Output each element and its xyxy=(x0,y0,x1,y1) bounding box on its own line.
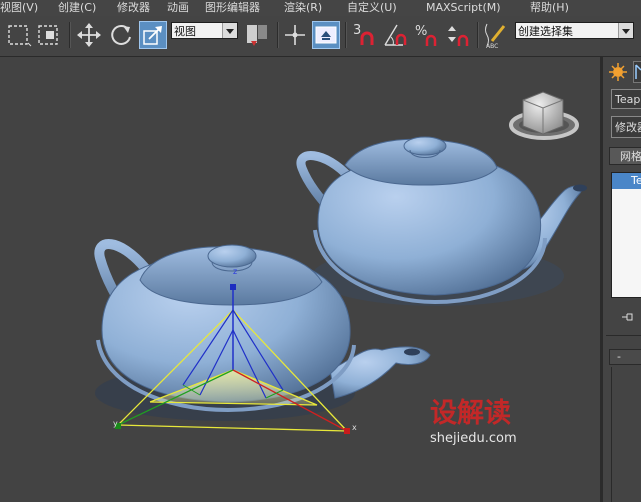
main-toolbar: 视图 3 % ABC 创建选择集 xyxy=(0,16,641,57)
manipulate-icon xyxy=(285,25,305,45)
select-manipulate-button[interactable] xyxy=(281,21,309,49)
menu-maxscript[interactable]: MAXScript(M) xyxy=(426,0,501,16)
select-move-button[interactable] xyxy=(75,21,103,49)
viewcube-widget[interactable] xyxy=(509,91,579,140)
object-name-field[interactable]: Teapot xyxy=(611,89,641,109)
modify-icon xyxy=(635,64,641,79)
snaps-toggle-button[interactable]: 3 xyxy=(350,21,378,49)
viewport-canvas[interactable]: z y x 设解读 shejiedu.com xyxy=(0,57,600,502)
angle-snap-button[interactable] xyxy=(381,21,409,49)
modifier-stack-list[interactable]: Teapot xyxy=(611,172,641,298)
keyboard-override-icon xyxy=(315,26,337,44)
reference-coordinate-dropdown[interactable]: 视图 xyxy=(171,22,238,39)
create-tab[interactable] xyxy=(607,61,629,83)
use-pivot-center-button[interactable] xyxy=(243,21,271,49)
select-region-button[interactable] xyxy=(5,21,33,49)
svg-text:ABC: ABC xyxy=(486,43,498,49)
move-icon xyxy=(77,23,101,47)
pin-icon xyxy=(622,313,633,321)
window-crossing-button[interactable] xyxy=(36,21,64,49)
menu-rendering[interactable]: 渲染(R) xyxy=(284,0,322,16)
command-panel: Teapot 修改器列表 网格 Teapot - xyxy=(600,57,641,502)
rollout-header[interactable]: - xyxy=(609,349,641,365)
named-selection-icon: ABC xyxy=(485,23,506,50)
named-selection-set-value: 创建选择集 xyxy=(518,25,573,38)
toolbar-separator xyxy=(69,22,71,48)
menu-animation[interactable]: 动画 xyxy=(167,0,189,16)
chevron-down-icon xyxy=(618,23,633,38)
select-rotate-button[interactable] xyxy=(107,21,135,49)
panel-divider xyxy=(606,335,641,336)
spinner-snap-icon xyxy=(448,26,469,46)
scale-icon xyxy=(143,26,162,45)
pin-stack-button[interactable] xyxy=(621,308,635,321)
rollout-border xyxy=(611,367,612,502)
sun-icon xyxy=(609,63,627,81)
percent-snap-icon: % xyxy=(415,24,437,46)
axis-z-label: z xyxy=(233,267,237,276)
mesh-section-button[interactable]: 网格 xyxy=(609,147,641,165)
menu-view[interactable]: 视图(V) xyxy=(0,0,38,16)
percent-snap-button[interactable]: % xyxy=(413,21,441,49)
axis-y-label: y xyxy=(113,419,118,428)
pivot-center-icon xyxy=(247,25,267,46)
watermark: 设解读 shejiedu.com xyxy=(430,398,517,446)
window-crossing-icon xyxy=(38,25,58,45)
teapot-back-object[interactable] xyxy=(296,136,587,306)
edit-named-selection-button[interactable]: ABC xyxy=(482,21,510,50)
watermark-url: shejiedu.com xyxy=(430,431,517,446)
keyboard-shortcut-override-button[interactable] xyxy=(312,21,340,49)
select-scale-button[interactable] xyxy=(139,21,167,49)
menu-modifiers[interactable]: 修改器 xyxy=(117,0,150,16)
named-selection-set-dropdown[interactable]: 创建选择集 xyxy=(515,22,634,39)
angle-snap-icon xyxy=(384,24,407,46)
rotate-icon xyxy=(111,24,131,45)
select-region-icon xyxy=(8,25,32,47)
modifier-list-dropdown[interactable]: 修改器列表 xyxy=(611,116,641,138)
chevron-down-icon xyxy=(222,23,237,38)
toolbar-separator xyxy=(345,22,347,48)
magnet-icon xyxy=(360,31,374,45)
menu-customize[interactable]: 自定义(U) xyxy=(347,0,397,16)
reference-coordinate-value: 视图 xyxy=(174,25,196,38)
menu-graph-editors[interactable]: 图形编辑器 xyxy=(205,0,260,16)
menu-bar: 视图(V) 创建(C) 修改器 动画 图形编辑器 渲染(R) 自定义(U) MA… xyxy=(0,0,641,16)
menu-create[interactable]: 创建(C) xyxy=(58,0,96,16)
toolbar-separator xyxy=(477,22,479,48)
rollout-collapse-toggle[interactable]: - xyxy=(617,350,621,363)
perspective-viewport[interactable]: z y x 设解读 shejiedu.com xyxy=(0,57,600,502)
axis-x-label: x xyxy=(352,423,357,432)
modify-tab[interactable] xyxy=(633,61,641,83)
spinner-snap-button[interactable] xyxy=(444,21,472,49)
svg-text:%: % xyxy=(415,24,427,39)
menu-help[interactable]: 帮助(H) xyxy=(530,0,569,16)
watermark-brand: 设解读 xyxy=(430,398,511,429)
toolbar-separator xyxy=(277,22,279,48)
modifier-stack-item[interactable]: Teapot xyxy=(612,173,641,189)
